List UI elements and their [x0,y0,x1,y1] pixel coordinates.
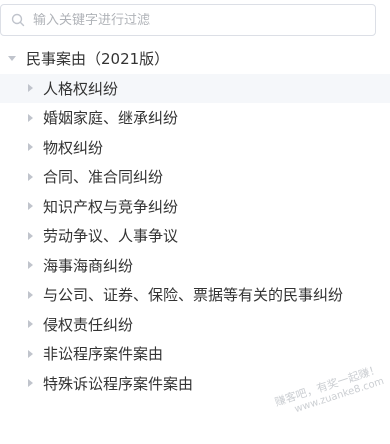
tree-node[interactable]: 知识产权与竞争纠纷 [0,192,390,222]
case-tree: 民事案由（2021版） 人格权纠纷 婚姻家庭、继承纠纷 物权纠纷 合同、准合同纠… [0,44,390,398]
caret-right-icon[interactable] [28,231,33,240]
tree-node[interactable]: 劳动争议、人事争议 [0,221,390,251]
tree-node-label: 与公司、证券、保险、票据等有关的民事纠纷 [43,286,344,305]
tree-node-label: 知识产权与竞争纠纷 [43,197,179,216]
caret-right-icon[interactable] [28,379,33,388]
caret-right-icon[interactable] [28,261,33,270]
tree-node[interactable]: 合同、准合同纠纷 [0,162,390,192]
caret-right-icon[interactable] [28,290,33,299]
caret-right-icon[interactable] [28,349,33,358]
tree-node-label: 合同、准合同纠纷 [43,168,164,187]
tree-node-label: 物权纠纷 [43,138,104,157]
caret-right-icon[interactable] [28,113,33,122]
tree-node-label: 人格权纠纷 [43,79,119,98]
tree-root[interactable]: 民事案由（2021版） [0,44,390,74]
tree-node-label: 特殊诉讼程序案件案由 [43,374,194,393]
tree-node[interactable]: 物权纠纷 [0,133,390,163]
tree-node[interactable]: 侵权责任纠纷 [0,310,390,340]
caret-down-icon[interactable] [8,56,16,62]
tree-node-label: 海事海商纠纷 [43,256,134,275]
caret-right-icon[interactable] [28,202,33,211]
tree-root-label: 民事案由（2021版） [26,50,170,69]
tree-node[interactable]: 非讼程序案件案由 [0,339,390,369]
tree-node[interactable]: 海事海商纠纷 [0,251,390,281]
tree-node-label: 非讼程序案件案由 [43,345,164,364]
caret-right-icon[interactable] [28,172,33,181]
caret-right-icon[interactable] [28,84,33,93]
tree-node[interactable]: 与公司、证券、保险、票据等有关的民事纠纷 [0,280,390,310]
caret-right-icon[interactable] [28,143,33,152]
tree-node-label: 侵权责任纠纷 [43,315,134,334]
search-input[interactable] [33,12,353,28]
tree-node[interactable]: 婚姻家庭、继承纠纷 [0,103,390,133]
tree-node[interactable]: 人格权纠纷 [0,73,390,103]
caret-right-icon[interactable] [28,320,33,329]
tree-node-label: 婚姻家庭、继承纠纷 [43,109,179,128]
tree-node-label: 劳动争议、人事争议 [43,227,179,246]
search-box[interactable] [0,4,376,36]
search-icon [11,13,25,27]
